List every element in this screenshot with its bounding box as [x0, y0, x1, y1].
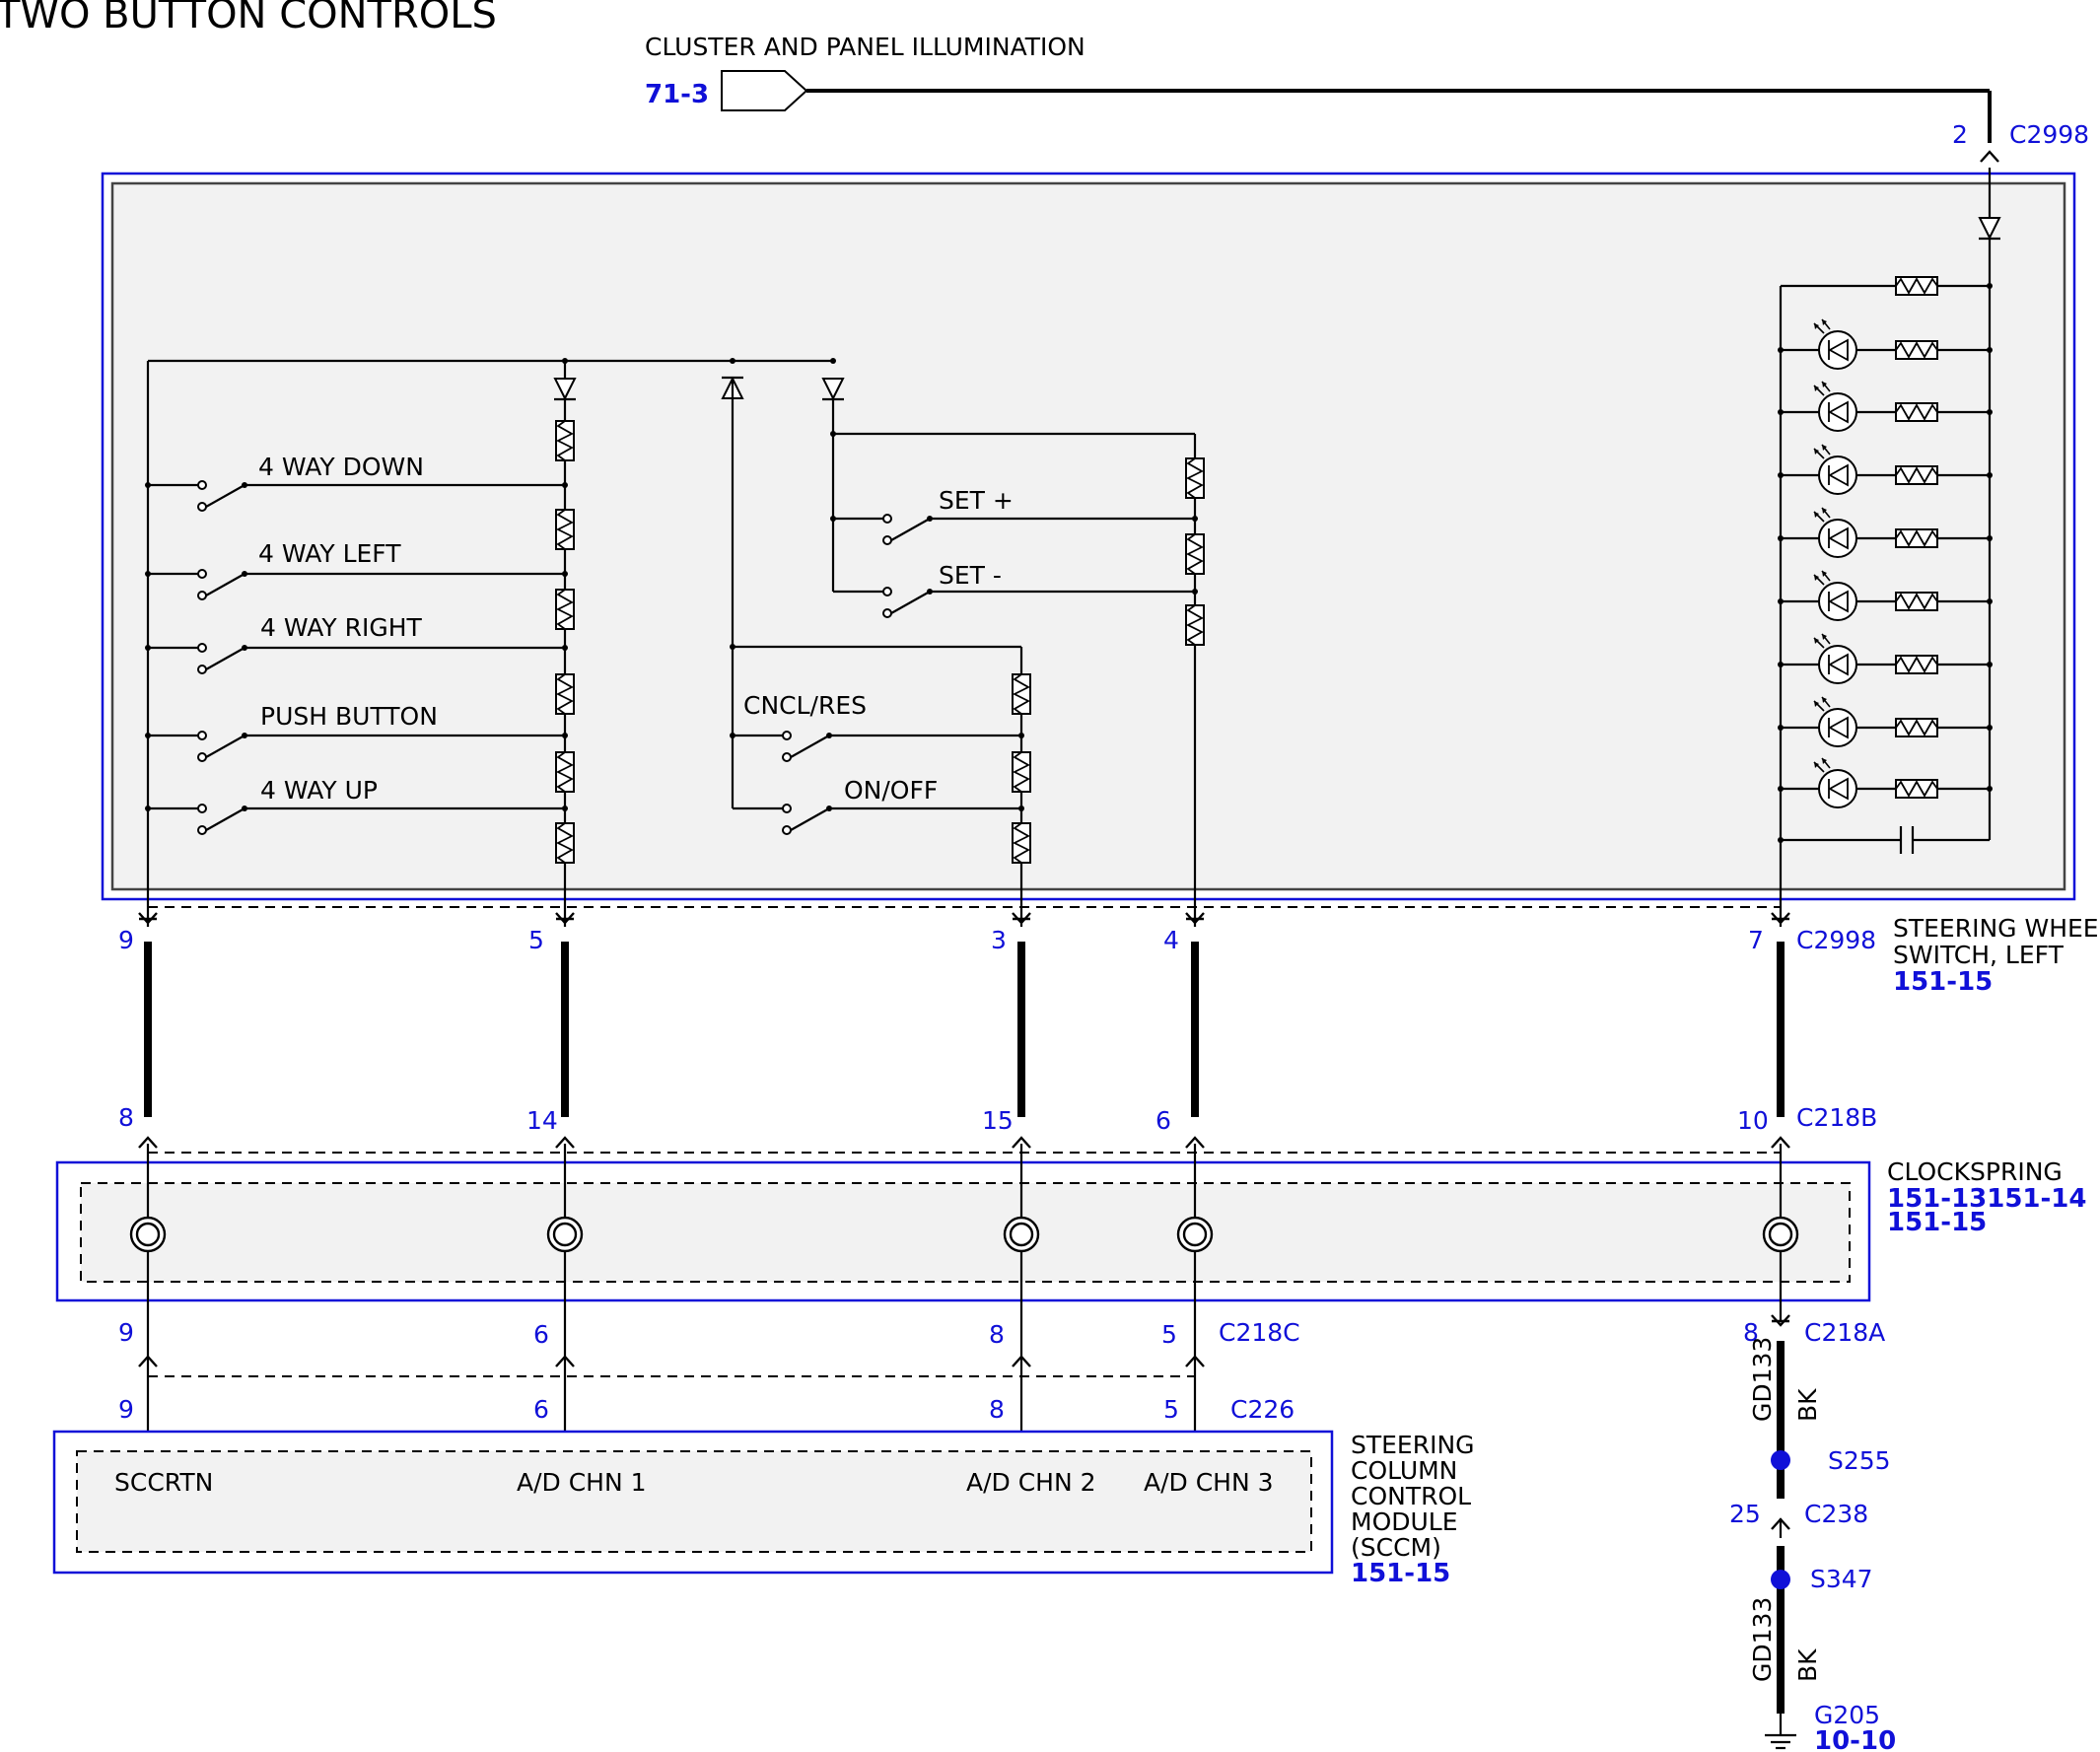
c226-pin: 5 [1163, 1395, 1179, 1424]
switch-label: SET - [939, 561, 1002, 590]
c218b-pin: 14 [526, 1106, 558, 1135]
splice-dot-icon [1771, 1570, 1790, 1589]
c218c-pin: 6 [533, 1320, 549, 1349]
page-title: TWO BUTTON CONTROLS [0, 0, 497, 37]
switch-label: ON/OFF [844, 776, 938, 805]
feed-pin: 2 [1952, 120, 1968, 149]
c2998-pin: 9 [118, 926, 134, 954]
splice-2: S347 [1810, 1565, 1873, 1593]
coil-icon [129, 1216, 167, 1253]
coil-icon [1003, 1216, 1040, 1253]
c238-connector: C238 [1804, 1500, 1868, 1528]
clockspring-ref-link[interactable]: 151-15 [1887, 1208, 1987, 1237]
ground-wire-color: BK [1793, 1648, 1822, 1682]
feed-arrow-icon [721, 70, 808, 111]
ground-ref-link[interactable]: 10-10 [1814, 1726, 1896, 1752]
c218c-pin: 5 [1161, 1320, 1177, 1349]
c2998-pin: 3 [991, 926, 1007, 954]
ground-circuit: GD133 [1748, 1337, 1777, 1422]
clockspring-inner [80, 1182, 1851, 1283]
ground-wire-color: BK [1793, 1388, 1822, 1422]
coil-icon [546, 1216, 584, 1253]
sccm-name: (SCCM) [1351, 1533, 1441, 1562]
clockspring-name: CLOCKSPRING [1887, 1157, 2063, 1186]
c226-pin: 9 [118, 1395, 134, 1424]
sccm-terminal: SCCRTN [114, 1468, 213, 1497]
switch-label: 4 WAY LEFT [258, 539, 401, 568]
wiring-diagram: TWO BUTTON CONTROLS CLUSTER AND PANEL IL… [0, 0, 2100, 1752]
c218c-connector: C218C [1219, 1318, 1300, 1347]
sccm-terminal: A/D CHN 3 [1144, 1468, 1274, 1497]
sccm-name: COLUMN [1351, 1456, 1457, 1485]
splice-1: S255 [1828, 1446, 1891, 1475]
ground-name: G205 [1814, 1701, 1880, 1729]
c218b-pin: 8 [118, 1103, 134, 1132]
splice-dot-icon [1771, 1450, 1790, 1470]
sccm-name: STEERING [1351, 1431, 1475, 1459]
ground-circuit: GD133 [1748, 1597, 1777, 1682]
sccm-inner [76, 1450, 1312, 1553]
feed-ref-link[interactable]: 71-3 [645, 80, 709, 109]
ground-path: 8 C218A GD133 BK S255 25 C238 S347 GD133… [1729, 1313, 1896, 1752]
sccm-name: MODULE [1351, 1507, 1458, 1536]
c2998-pin: 7 [1748, 926, 1764, 954]
switch-label: 4 WAY DOWN [258, 453, 424, 481]
sccm-ref-link[interactable]: 151-15 [1351, 1559, 1450, 1588]
c226-pin: 6 [533, 1395, 549, 1424]
steering-wheel-switch-name: SWITCH, LEFT [1893, 941, 2065, 969]
sccm-name: CONTROL [1351, 1482, 1471, 1510]
switch-label: 4 WAY RIGHT [260, 613, 422, 642]
steering-wheel-switch-name: STEERING WHEEL [1893, 914, 2100, 943]
c2998-pin: 4 [1163, 926, 1179, 954]
sccm-terminal: A/D CHN 2 [966, 1468, 1096, 1497]
switch-label: PUSH BUTTON [260, 702, 438, 731]
c218b-connector: C218B [1796, 1103, 1877, 1132]
c238-pin: 25 [1729, 1500, 1761, 1528]
c218c-pin: 9 [118, 1318, 134, 1347]
c226-connector: C226 [1230, 1395, 1295, 1424]
switch-label: CNCL/RES [743, 691, 867, 720]
c218b-pin: 6 [1155, 1106, 1171, 1135]
feed-connector: C2998 [2009, 120, 2089, 149]
coil-icon [1762, 1216, 1799, 1253]
switch-label: SET + [939, 486, 1014, 515]
c218c-pin: 8 [989, 1320, 1005, 1349]
c2998-pin: 5 [528, 926, 544, 954]
c218b-pin: 10 [1737, 1106, 1769, 1135]
steering-wheel-switch-ref-link[interactable]: 151-15 [1893, 967, 1993, 997]
c218b-pin: 15 [982, 1106, 1014, 1135]
sccm-terminal: A/D CHN 1 [517, 1468, 647, 1497]
feed-label: CLUSTER AND PANEL ILLUMINATION [645, 33, 1085, 61]
steering-wheel-switch-panel [110, 181, 2066, 891]
c2998-connector: C2998 [1796, 926, 1876, 954]
c226-pin: 8 [989, 1395, 1005, 1424]
coil-icon [1176, 1216, 1214, 1253]
switch-label: 4 WAY UP [260, 776, 378, 805]
c218a-connector: C218A [1804, 1318, 1885, 1347]
